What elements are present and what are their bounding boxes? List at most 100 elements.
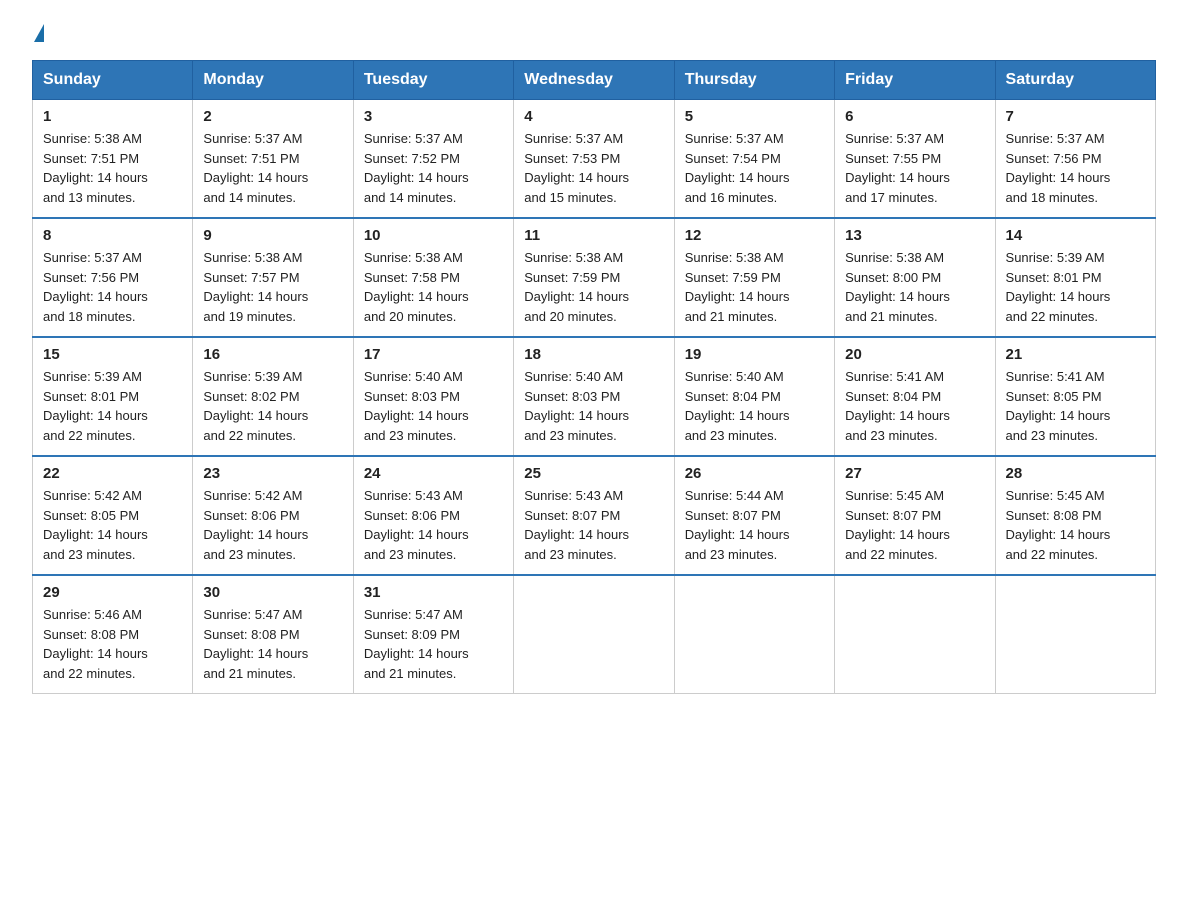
calendar-week-row: 1 Sunrise: 5:38 AMSunset: 7:51 PMDayligh… bbox=[33, 100, 1156, 219]
day-info: Sunrise: 5:39 AMSunset: 8:01 PMDaylight:… bbox=[1006, 250, 1111, 324]
day-number: 24 bbox=[364, 465, 503, 482]
calendar-cell: 16 Sunrise: 5:39 AMSunset: 8:02 PMDaylig… bbox=[193, 337, 353, 456]
weekday-header-monday: Monday bbox=[193, 61, 353, 100]
day-number: 6 bbox=[845, 108, 984, 125]
calendar-cell: 28 Sunrise: 5:45 AMSunset: 8:08 PMDaylig… bbox=[995, 456, 1155, 575]
calendar-table: SundayMondayTuesdayWednesdayThursdayFrid… bbox=[32, 60, 1156, 694]
day-number: 17 bbox=[364, 346, 503, 363]
calendar-cell bbox=[835, 575, 995, 694]
day-number: 29 bbox=[43, 584, 182, 601]
calendar-week-row: 15 Sunrise: 5:39 AMSunset: 8:01 PMDaylig… bbox=[33, 337, 1156, 456]
calendar-cell: 13 Sunrise: 5:38 AMSunset: 8:00 PMDaylig… bbox=[835, 218, 995, 337]
day-number: 13 bbox=[845, 227, 984, 244]
day-info: Sunrise: 5:39 AMSunset: 8:01 PMDaylight:… bbox=[43, 369, 148, 443]
weekday-header-saturday: Saturday bbox=[995, 61, 1155, 100]
calendar-cell: 26 Sunrise: 5:44 AMSunset: 8:07 PMDaylig… bbox=[674, 456, 834, 575]
calendar-cell: 22 Sunrise: 5:42 AMSunset: 8:05 PMDaylig… bbox=[33, 456, 193, 575]
calendar-cell: 10 Sunrise: 5:38 AMSunset: 7:58 PMDaylig… bbox=[353, 218, 513, 337]
day-number: 7 bbox=[1006, 108, 1145, 125]
day-info: Sunrise: 5:38 AMSunset: 7:57 PMDaylight:… bbox=[203, 250, 308, 324]
calendar-cell: 20 Sunrise: 5:41 AMSunset: 8:04 PMDaylig… bbox=[835, 337, 995, 456]
calendar-cell: 15 Sunrise: 5:39 AMSunset: 8:01 PMDaylig… bbox=[33, 337, 193, 456]
calendar-cell bbox=[674, 575, 834, 694]
weekday-header-sunday: Sunday bbox=[33, 61, 193, 100]
day-number: 27 bbox=[845, 465, 984, 482]
calendar-cell: 3 Sunrise: 5:37 AMSunset: 7:52 PMDayligh… bbox=[353, 100, 513, 219]
calendar-cell: 30 Sunrise: 5:47 AMSunset: 8:08 PMDaylig… bbox=[193, 575, 353, 694]
calendar-cell bbox=[995, 575, 1155, 694]
weekday-header-friday: Friday bbox=[835, 61, 995, 100]
calendar-cell: 27 Sunrise: 5:45 AMSunset: 8:07 PMDaylig… bbox=[835, 456, 995, 575]
calendar-week-row: 8 Sunrise: 5:37 AMSunset: 7:56 PMDayligh… bbox=[33, 218, 1156, 337]
weekday-header-tuesday: Tuesday bbox=[353, 61, 513, 100]
day-number: 9 bbox=[203, 227, 342, 244]
calendar-cell: 12 Sunrise: 5:38 AMSunset: 7:59 PMDaylig… bbox=[674, 218, 834, 337]
day-number: 31 bbox=[364, 584, 503, 601]
calendar-cell: 5 Sunrise: 5:37 AMSunset: 7:54 PMDayligh… bbox=[674, 100, 834, 219]
calendar-cell: 29 Sunrise: 5:46 AMSunset: 8:08 PMDaylig… bbox=[33, 575, 193, 694]
day-number: 14 bbox=[1006, 227, 1145, 244]
day-info: Sunrise: 5:37 AMSunset: 7:53 PMDaylight:… bbox=[524, 131, 629, 205]
calendar-cell: 4 Sunrise: 5:37 AMSunset: 7:53 PMDayligh… bbox=[514, 100, 674, 219]
day-info: Sunrise: 5:42 AMSunset: 8:06 PMDaylight:… bbox=[203, 488, 308, 562]
day-info: Sunrise: 5:37 AMSunset: 7:52 PMDaylight:… bbox=[364, 131, 469, 205]
day-info: Sunrise: 5:47 AMSunset: 8:08 PMDaylight:… bbox=[203, 607, 308, 681]
day-info: Sunrise: 5:37 AMSunset: 7:51 PMDaylight:… bbox=[203, 131, 308, 205]
day-number: 10 bbox=[364, 227, 503, 244]
calendar-cell: 23 Sunrise: 5:42 AMSunset: 8:06 PMDaylig… bbox=[193, 456, 353, 575]
calendar-cell: 6 Sunrise: 5:37 AMSunset: 7:55 PMDayligh… bbox=[835, 100, 995, 219]
calendar-cell: 1 Sunrise: 5:38 AMSunset: 7:51 PMDayligh… bbox=[33, 100, 193, 219]
day-number: 25 bbox=[524, 465, 663, 482]
day-info: Sunrise: 5:43 AMSunset: 8:07 PMDaylight:… bbox=[524, 488, 629, 562]
day-info: Sunrise: 5:39 AMSunset: 8:02 PMDaylight:… bbox=[203, 369, 308, 443]
day-info: Sunrise: 5:43 AMSunset: 8:06 PMDaylight:… bbox=[364, 488, 469, 562]
day-number: 20 bbox=[845, 346, 984, 363]
calendar-cell: 7 Sunrise: 5:37 AMSunset: 7:56 PMDayligh… bbox=[995, 100, 1155, 219]
calendar-cell: 11 Sunrise: 5:38 AMSunset: 7:59 PMDaylig… bbox=[514, 218, 674, 337]
calendar-cell: 8 Sunrise: 5:37 AMSunset: 7:56 PMDayligh… bbox=[33, 218, 193, 337]
calendar-week-row: 29 Sunrise: 5:46 AMSunset: 8:08 PMDaylig… bbox=[33, 575, 1156, 694]
day-info: Sunrise: 5:40 AMSunset: 8:03 PMDaylight:… bbox=[364, 369, 469, 443]
day-info: Sunrise: 5:37 AMSunset: 7:55 PMDaylight:… bbox=[845, 131, 950, 205]
day-number: 5 bbox=[685, 108, 824, 125]
day-number: 1 bbox=[43, 108, 182, 125]
day-number: 21 bbox=[1006, 346, 1145, 363]
calendar-cell: 14 Sunrise: 5:39 AMSunset: 8:01 PMDaylig… bbox=[995, 218, 1155, 337]
calendar-cell: 18 Sunrise: 5:40 AMSunset: 8:03 PMDaylig… bbox=[514, 337, 674, 456]
calendar-cell: 9 Sunrise: 5:38 AMSunset: 7:57 PMDayligh… bbox=[193, 218, 353, 337]
day-number: 8 bbox=[43, 227, 182, 244]
calendar-cell: 2 Sunrise: 5:37 AMSunset: 7:51 PMDayligh… bbox=[193, 100, 353, 219]
day-number: 11 bbox=[524, 227, 663, 244]
day-info: Sunrise: 5:40 AMSunset: 8:04 PMDaylight:… bbox=[685, 369, 790, 443]
day-info: Sunrise: 5:38 AMSunset: 7:59 PMDaylight:… bbox=[524, 250, 629, 324]
day-info: Sunrise: 5:42 AMSunset: 8:05 PMDaylight:… bbox=[43, 488, 148, 562]
calendar-cell: 25 Sunrise: 5:43 AMSunset: 8:07 PMDaylig… bbox=[514, 456, 674, 575]
day-info: Sunrise: 5:38 AMSunset: 8:00 PMDaylight:… bbox=[845, 250, 950, 324]
day-number: 12 bbox=[685, 227, 824, 244]
calendar-cell bbox=[514, 575, 674, 694]
calendar-cell: 17 Sunrise: 5:40 AMSunset: 8:03 PMDaylig… bbox=[353, 337, 513, 456]
weekday-header-row: SundayMondayTuesdayWednesdayThursdayFrid… bbox=[33, 61, 1156, 100]
day-info: Sunrise: 5:38 AMSunset: 7:51 PMDaylight:… bbox=[43, 131, 148, 205]
day-number: 18 bbox=[524, 346, 663, 363]
day-info: Sunrise: 5:40 AMSunset: 8:03 PMDaylight:… bbox=[524, 369, 629, 443]
day-info: Sunrise: 5:38 AMSunset: 7:58 PMDaylight:… bbox=[364, 250, 469, 324]
day-info: Sunrise: 5:41 AMSunset: 8:04 PMDaylight:… bbox=[845, 369, 950, 443]
day-number: 3 bbox=[364, 108, 503, 125]
day-number: 16 bbox=[203, 346, 342, 363]
calendar-cell: 24 Sunrise: 5:43 AMSunset: 8:06 PMDaylig… bbox=[353, 456, 513, 575]
day-number: 2 bbox=[203, 108, 342, 125]
day-info: Sunrise: 5:46 AMSunset: 8:08 PMDaylight:… bbox=[43, 607, 148, 681]
day-info: Sunrise: 5:37 AMSunset: 7:56 PMDaylight:… bbox=[1006, 131, 1111, 205]
calendar-cell: 31 Sunrise: 5:47 AMSunset: 8:09 PMDaylig… bbox=[353, 575, 513, 694]
day-info: Sunrise: 5:45 AMSunset: 8:08 PMDaylight:… bbox=[1006, 488, 1111, 562]
calendar-week-row: 22 Sunrise: 5:42 AMSunset: 8:05 PMDaylig… bbox=[33, 456, 1156, 575]
day-info: Sunrise: 5:47 AMSunset: 8:09 PMDaylight:… bbox=[364, 607, 469, 681]
weekday-header-thursday: Thursday bbox=[674, 61, 834, 100]
calendar-cell: 21 Sunrise: 5:41 AMSunset: 8:05 PMDaylig… bbox=[995, 337, 1155, 456]
day-number: 15 bbox=[43, 346, 182, 363]
day-number: 30 bbox=[203, 584, 342, 601]
day-info: Sunrise: 5:41 AMSunset: 8:05 PMDaylight:… bbox=[1006, 369, 1111, 443]
day-info: Sunrise: 5:37 AMSunset: 7:56 PMDaylight:… bbox=[43, 250, 148, 324]
day-info: Sunrise: 5:38 AMSunset: 7:59 PMDaylight:… bbox=[685, 250, 790, 324]
